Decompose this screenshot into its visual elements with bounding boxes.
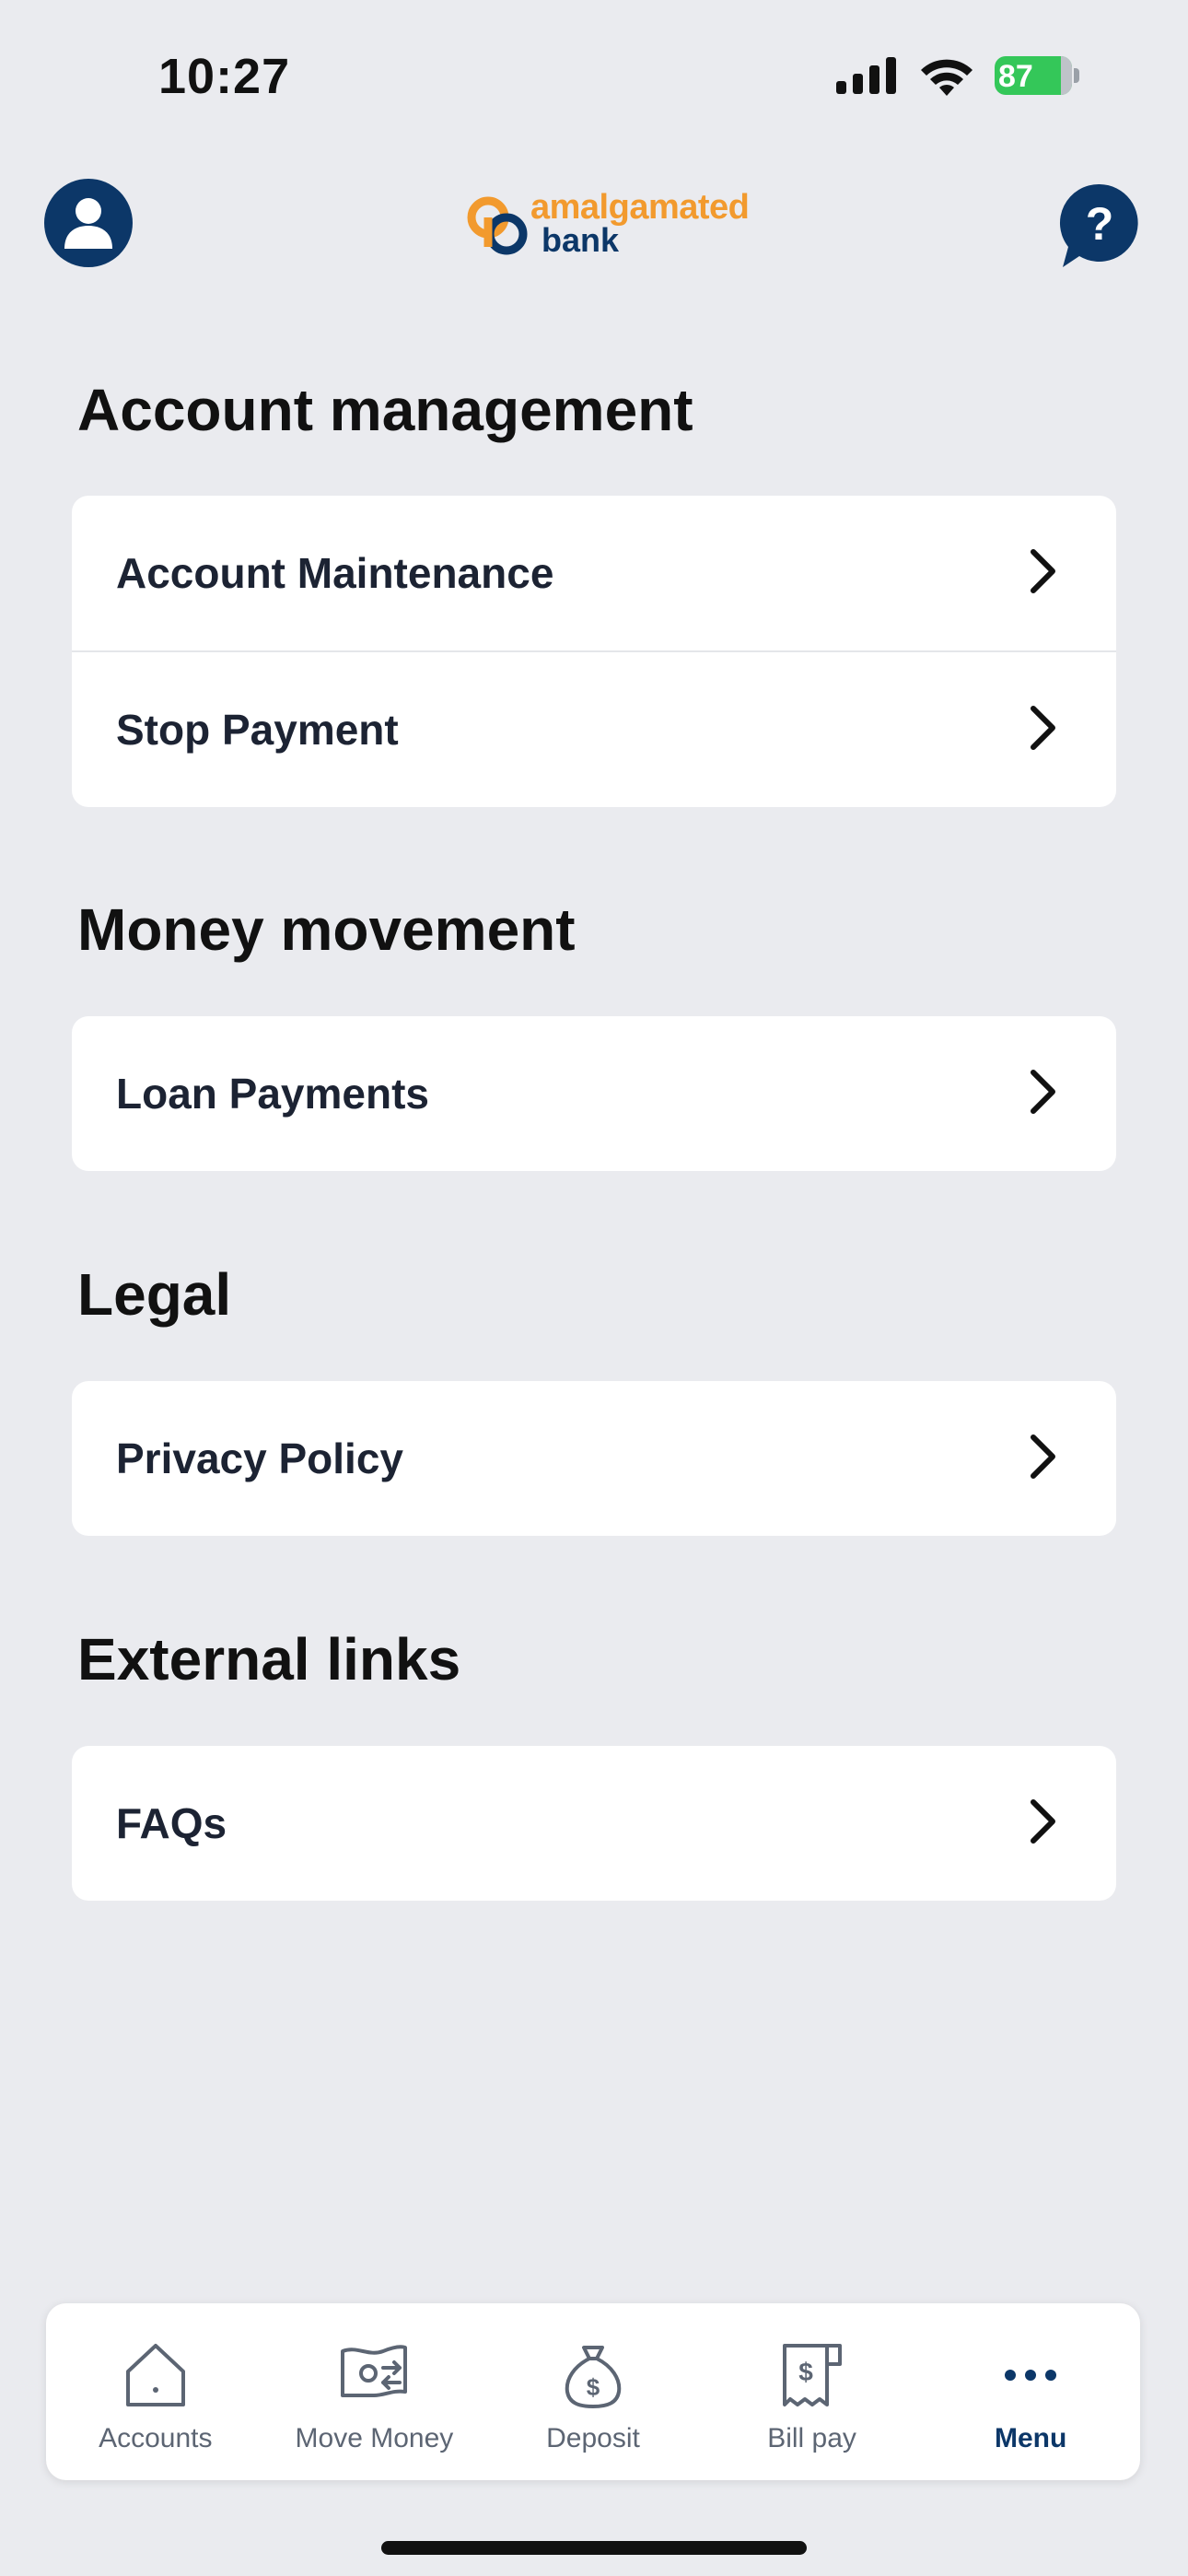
section-title-external-links: External links [77, 1626, 461, 1692]
menu-item-stop-payment[interactable]: Stop Payment [72, 650, 1116, 807]
svg-text:?: ? [1086, 198, 1114, 250]
chevron-right-icon [1031, 549, 1055, 593]
app-header: amalgamated bank ? [0, 175, 1188, 276]
user-icon [64, 198, 112, 249]
menu-item-account-maintenance[interactable]: Account Maintenance [72, 496, 1116, 650]
logo-mark-icon [467, 196, 528, 255]
home-indicator[interactable] [381, 2541, 807, 2555]
chevron-right-icon [1031, 1799, 1055, 1844]
svg-text:$: $ [798, 2358, 813, 2386]
tab-accounts[interactable]: Accounts [46, 2303, 265, 2480]
menu-item-label: Privacy Policy [116, 1434, 403, 1482]
chevron-right-icon [1031, 1070, 1055, 1114]
wifi-icon [921, 59, 973, 96]
tab-label: Accounts [99, 2423, 213, 2453]
bottom-tab-bar: Accounts Move Money $ Deposit $ Bill pay [46, 2303, 1140, 2480]
tab-label: Move Money [295, 2423, 454, 2453]
chevron-right-icon [1031, 1434, 1055, 1479]
account-management-card: Account Maintenance Stop Payment [72, 496, 1116, 807]
home-icon [125, 2344, 185, 2406]
money-bag-icon: $ [565, 2346, 622, 2408]
help-chat-icon: ? [1059, 183, 1138, 267]
menu-item-label: Loan Payments [116, 1070, 429, 1118]
menu-item-faqs[interactable]: FAQs [72, 1746, 1116, 1901]
status-bar: 10:27 87 [0, 0, 1188, 157]
logo-text-bottom: bank [542, 221, 620, 259]
status-time: 10:27 [158, 49, 291, 104]
battery-icon: 87 [995, 56, 1079, 95]
section-title-account-management: Account management [77, 377, 693, 443]
chevron-right-icon [1031, 706, 1055, 750]
svg-text:$: $ [587, 2373, 600, 2401]
tab-menu[interactable]: Menu [921, 2303, 1140, 2480]
menu-item-loan-payments[interactable]: Loan Payments [72, 1016, 1116, 1171]
status-icons: 87 [836, 55, 1079, 96]
legal-card: Privacy Policy [72, 1381, 1116, 1536]
tab-label: Menu [995, 2423, 1067, 2453]
bill-icon: $ [782, 2344, 842, 2406]
money-movement-card: Loan Payments [72, 1016, 1116, 1171]
tab-deposit[interactable]: $ Deposit [483, 2303, 703, 2480]
menu-item-label: Account Maintenance [116, 549, 554, 597]
menu-item-label: FAQs [116, 1799, 227, 1847]
signal-icon [836, 57, 896, 94]
money-transfer-icon [341, 2345, 408, 2397]
menu-item-privacy-policy[interactable]: Privacy Policy [72, 1381, 1116, 1536]
tab-label: Deposit [546, 2423, 640, 2453]
external-links-card: FAQs [72, 1746, 1116, 1901]
more-dots-icon [1005, 2370, 1057, 2381]
section-title-money-movement: Money movement [77, 896, 576, 963]
tab-bill-pay[interactable]: $ Bill pay [703, 2303, 922, 2480]
tab-label: Bill pay [767, 2423, 856, 2453]
menu-item-label: Stop Payment [116, 706, 399, 754]
brand-logo: amalgamated bank [460, 188, 750, 262]
section-title-legal: Legal [77, 1261, 232, 1328]
help-button[interactable]: ? [1059, 182, 1140, 271]
profile-button[interactable] [44, 179, 133, 267]
battery-level: 87 [998, 59, 1033, 94]
tab-move-money[interactable]: Move Money [265, 2303, 484, 2480]
